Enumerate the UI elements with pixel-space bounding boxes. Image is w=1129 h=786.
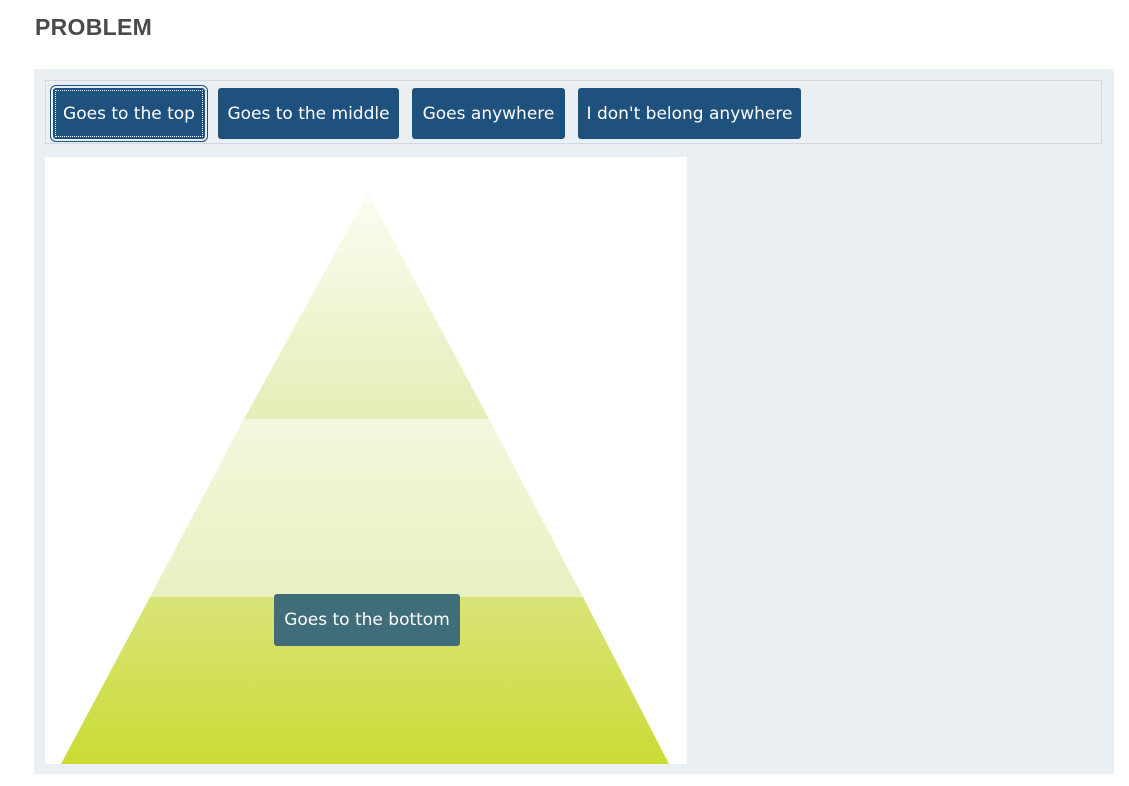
drag-and-drop-problem: Goes to the top Goes to the middle Goes … (34, 69, 1114, 774)
placed-item-goes-to-the-bottom[interactable]: Goes to the bottom (274, 594, 460, 646)
draggable-item-goes-to-the-top[interactable]: Goes to the top (50, 85, 208, 142)
draggable-item-goes-anywhere[interactable]: Goes anywhere (412, 88, 565, 139)
draggable-item-goes-to-the-middle[interactable]: Goes to the middle (218, 88, 399, 139)
drop-target-area: Goes to the bottom (45, 157, 687, 764)
pyramid-zone-middle[interactable] (150, 419, 583, 597)
draggable-items-bank: Goes to the top Goes to the middle Goes … (45, 80, 1102, 144)
draggable-item-dont-belong-anywhere[interactable]: I don't belong anywhere (578, 88, 801, 139)
pyramid-image (61, 193, 669, 764)
problem-title: PROBLEM (35, 14, 153, 40)
pyramid-zone-top[interactable] (244, 193, 489, 419)
